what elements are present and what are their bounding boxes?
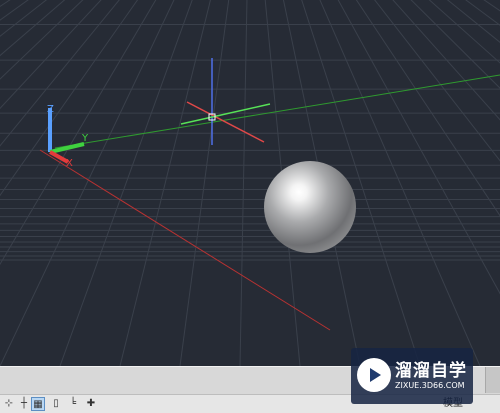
- osnap-button[interactable]: ▯: [49, 397, 63, 411]
- perspective-grid: [0, 0, 500, 366]
- command-line-scrollbar[interactable]: [485, 367, 500, 393]
- ucs-y-label: Y: [81, 133, 89, 144]
- ucs-z-label: Z: [47, 104, 54, 115]
- snap-icon: ⊹: [4, 398, 14, 409]
- watermark-badge: 溜溜自学 ZIXUE.3D66.COM: [351, 348, 473, 404]
- dyn-button[interactable]: ✚: [84, 397, 98, 411]
- dyn-icon: ✚: [86, 398, 96, 409]
- otrack-icon: ╘: [69, 398, 77, 409]
- y-axis-line: [54, 74, 500, 149]
- otrack-button[interactable]: ╘: [66, 397, 80, 411]
- snap-button[interactable]: ⊹: [2, 397, 16, 411]
- sphere-3d[interactable]: [264, 161, 356, 253]
- ucs-x-label: X: [66, 158, 73, 169]
- watermark-url: ZIXUE.3D66.COM: [395, 381, 465, 390]
- watermark-logo-icon: [357, 358, 391, 392]
- drawing-viewport[interactable]: Z Y X: [0, 0, 500, 366]
- watermark-title: 溜溜自学: [395, 361, 467, 381]
- grid-icon: ┼: [20, 398, 28, 409]
- ortho-icon: ▦: [33, 399, 43, 410]
- crosshair-cursor: [180, 58, 271, 145]
- model-space-canvas[interactable]: Z Y X: [0, 0, 500, 366]
- ortho-button[interactable]: ▦: [31, 397, 45, 411]
- ucs-icon: Z Y X: [47, 104, 89, 169]
- osnap-icon: ▯: [53, 398, 59, 409]
- grid-button[interactable]: ┼: [17, 397, 31, 411]
